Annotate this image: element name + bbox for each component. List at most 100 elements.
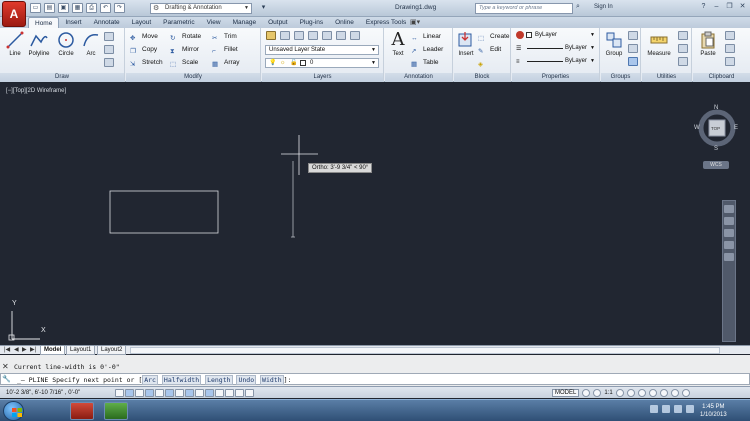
horizontal-scrollbar[interactable] (130, 347, 720, 354)
tab-insert[interactable]: Insert (59, 17, 87, 28)
workspace-switching-icon[interactable] (637, 389, 646, 397)
model-space-button[interactable]: MODEL (552, 389, 580, 397)
annotation-scale[interactable]: 1:1 (604, 390, 612, 396)
layer-tool-icon[interactable] (336, 31, 346, 40)
tab-parametric[interactable]: Parametric (157, 17, 200, 28)
close-icon[interactable]: ✕ (737, 2, 748, 13)
leader-tool[interactable]: ↗ Leader (411, 44, 443, 55)
pan-icon[interactable] (724, 217, 734, 225)
orbit-icon[interactable] (724, 241, 734, 249)
lock-icon[interactable] (648, 389, 657, 397)
text-tool[interactable]: A Text (385, 30, 411, 58)
new-icon[interactable]: ▭ (30, 3, 41, 13)
group-tool[interactable]: Group (601, 30, 627, 57)
first-layout-icon[interactable]: |◀ (4, 346, 10, 354)
compass-east[interactable]: E (734, 125, 738, 131)
scale-tool[interactable]: ⬚ Scale (170, 57, 198, 68)
option-length[interactable]: Length (205, 375, 233, 385)
groups-panel-footer[interactable]: Groups (601, 73, 640, 82)
clean-screen-icon[interactable] (681, 389, 690, 397)
group-edit-icon[interactable] (628, 44, 638, 53)
match-properties-icon[interactable] (725, 57, 735, 66)
undo-icon[interactable]: ↶ (100, 3, 111, 13)
prev-layout-icon[interactable]: ◀ (14, 346, 19, 354)
lwt-toggle[interactable] (215, 389, 224, 397)
rotate-tool[interactable]: ↻ Rotate (170, 31, 201, 42)
ducs-toggle[interactable] (195, 389, 204, 397)
infer-constraints-toggle[interactable] (115, 389, 124, 397)
cursor-coordinates[interactable]: 10'-2 3/8", 6'-10 7/16" , 0'-0" (6, 390, 80, 396)
save-icon[interactable]: ▣ (58, 3, 69, 13)
command-line[interactable]: _— PLINE Specify next point or [Arc Half… (0, 373, 750, 385)
auto-scale-icon[interactable] (626, 389, 635, 397)
linear-dimension-tool[interactable]: ↔ Linear (411, 31, 441, 42)
rectangle-icon[interactable] (104, 32, 114, 41)
layer-properties-icon[interactable] (266, 31, 276, 40)
taskbar-autocad-app[interactable] (70, 402, 94, 420)
ribbon-minimize-icon[interactable]: ▣▾ (410, 18, 420, 26)
qp-toggle[interactable] (235, 389, 244, 397)
option-arc[interactable]: Arc (142, 375, 158, 385)
tab-home[interactable]: Home (28, 17, 60, 28)
polyline-tool[interactable]: Polyline (26, 30, 52, 57)
quick-select-icon[interactable] (678, 31, 688, 40)
otrack-toggle[interactable] (185, 389, 194, 397)
insert-block-tool[interactable]: Insert (453, 30, 479, 57)
tab-layout1[interactable]: Layout1 (66, 346, 96, 355)
lineweight-dropdown[interactable]: ≡ ByLayer ▼ (515, 57, 597, 67)
arc-tool[interactable]: Arc (78, 30, 104, 57)
tray-flag-icon[interactable] (650, 405, 658, 413)
grid-toggle[interactable] (135, 389, 144, 397)
move-tool[interactable]: ✥ Move (130, 31, 158, 42)
layer-state-dropdown[interactable]: Unsaved Layer State ▼ (265, 45, 379, 55)
block-panel-footer[interactable]: Block (454, 73, 510, 82)
taskbar-recorder-app[interactable] (104, 402, 128, 420)
trim-tool[interactable]: ✂ Trim (212, 31, 237, 42)
workspace-dropdown[interactable]: ⚙ Drafting & Annotation ▼ (150, 3, 252, 14)
tab-layout2[interactable]: Layout2 (97, 346, 127, 355)
ungroup-icon[interactable] (628, 31, 638, 40)
fillet-tool[interactable]: ⌐ Fillet (212, 44, 238, 55)
restore-icon[interactable]: ❐ (724, 2, 735, 13)
annotation-visibility-icon[interactable] (615, 389, 624, 397)
tab-view[interactable]: View (201, 17, 227, 28)
layer-tool-icon[interactable] (322, 31, 332, 40)
linetype-dropdown[interactable]: ☰ ByLayer ▼ (515, 44, 597, 54)
tab-output[interactable]: Output (262, 17, 294, 28)
rectangle-entity[interactable] (109, 190, 219, 234)
cut-icon[interactable] (725, 31, 735, 40)
compass-north[interactable]: N (714, 105, 718, 111)
color-dropdown[interactable]: ByLayer ▼ (515, 31, 597, 41)
option-undo[interactable]: Undo (236, 375, 257, 385)
open-icon[interactable]: ▤ (44, 3, 55, 13)
application-menu-button[interactable]: A (2, 1, 26, 27)
help-icon[interactable]: ? (698, 2, 709, 13)
dyn-toggle[interactable] (205, 389, 214, 397)
array-tool[interactable]: ▦ Array (212, 57, 240, 68)
copy-tool[interactable]: ❐ Copy (130, 44, 157, 55)
layers-panel-footer[interactable]: Layers (262, 73, 383, 82)
group-selection-icon[interactable] (628, 57, 638, 66)
compass-south[interactable]: S (714, 146, 718, 152)
option-halfwidth[interactable]: Halfwidth (161, 375, 202, 385)
layer-tool-icon[interactable] (294, 31, 304, 40)
sign-in-link[interactable]: Sign In (594, 4, 613, 10)
tpy-toggle[interactable] (225, 389, 234, 397)
table-tool[interactable]: ▦ Table (411, 57, 439, 68)
minimize-icon[interactable]: – (711, 2, 722, 13)
tab-manage[interactable]: Manage (227, 17, 263, 28)
clock[interactable]: 1:45 PM 1/10/2013 (700, 403, 727, 419)
print-icon[interactable]: ⎙ (86, 3, 97, 13)
edit-block-tool[interactable]: ✎ Edit (478, 44, 501, 55)
tab-annotate[interactable]: Annotate (88, 17, 126, 28)
tab-express-tools[interactable]: Express Tools (360, 17, 412, 28)
polar-toggle[interactable] (155, 389, 164, 397)
boundary-icon[interactable] (104, 58, 114, 67)
command-prompt[interactable]: _— PLINE Specify next point or [Arc Half… (17, 375, 291, 385)
paste-tool[interactable]: Paste (695, 30, 721, 57)
block-attributes-tool[interactable]: ◈ (478, 57, 490, 68)
circle-tool[interactable]: Circle (53, 30, 79, 57)
clipboard-panel-footer[interactable]: Clipboard (693, 73, 750, 82)
tray-power-icon[interactable] (686, 405, 694, 413)
next-layout-icon[interactable]: ▶ (22, 346, 27, 354)
